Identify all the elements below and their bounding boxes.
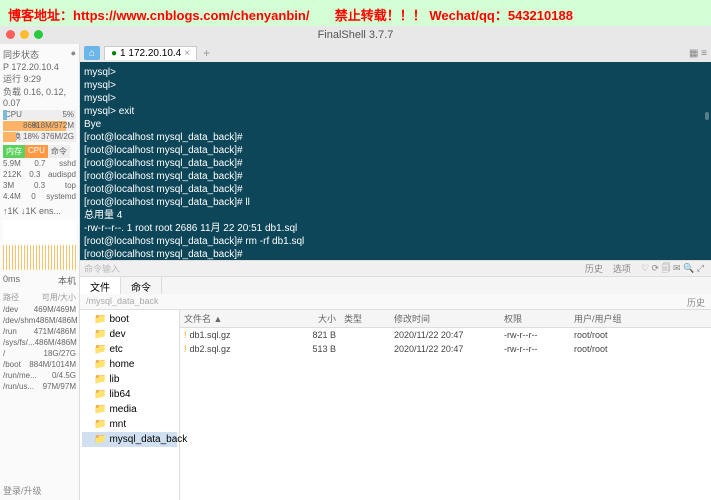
- ip-label: P 172.20.10.4: [3, 62, 76, 72]
- terminal[interactable]: mysql>mysql>mysql>mysql> exitBye[root@lo…: [80, 62, 711, 260]
- folder-icon: 📁: [94, 434, 106, 445]
- file-list: 文件名 ▲ 大小 类型 修改时间 权限 用户/用户组 !db1.sql.gz82…: [180, 310, 711, 500]
- maximize-icon[interactable]: [34, 30, 43, 39]
- connection-tab[interactable]: ● 1 172.20.10.4 ×: [104, 46, 197, 60]
- connection-tabbar: ⌂ ● 1 172.20.10.4 × + ▦ ≡: [80, 44, 711, 62]
- tab-file[interactable]: 文件: [80, 277, 121, 294]
- terminal-line: [root@localhost mysql_data_back]#: [84, 170, 707, 183]
- fs-row: /dev/shm486M/486M: [3, 315, 76, 326]
- folder-icon: 📁: [94, 359, 106, 370]
- folder-item[interactable]: 📁etc: [82, 342, 177, 357]
- folder-icon: 📁: [94, 314, 106, 325]
- terminal-line: mysql>: [84, 66, 707, 79]
- proc-row: 4.4M0systemd: [3, 191, 76, 202]
- status-dot-icon: ●: [111, 48, 117, 59]
- folder-icon: 📁: [94, 374, 106, 385]
- window-controls[interactable]: [6, 30, 43, 39]
- load-label: 负载 0.16, 0.12, 0.07: [3, 85, 76, 108]
- folder-item[interactable]: 📁lib: [82, 372, 177, 387]
- file-row[interactable]: !db1.sql.gz821 B2020/11/22 20:47-rw-r--r…: [180, 328, 711, 342]
- path-history-button[interactable]: 历史: [687, 296, 705, 307]
- terminal-line: 总用量 4: [84, 209, 707, 222]
- tab-command[interactable]: 命令: [121, 277, 162, 294]
- proc-row: 5.9M0.7sshd: [3, 158, 76, 169]
- terminal-line: [root@localhost mysql_data_back]#: [84, 144, 707, 157]
- folder-item[interactable]: 📁dev: [82, 327, 177, 342]
- folder-item[interactable]: 📁boot: [82, 312, 177, 327]
- login-upgrade[interactable]: 登录/升级: [3, 484, 42, 497]
- cpu-bar: CPU 5%: [3, 110, 76, 120]
- folder-item[interactable]: 📁media: [82, 402, 177, 417]
- mem-bar: 内存 86%818M/972M: [3, 121, 76, 131]
- fs-row: /18G/27G: [3, 348, 76, 359]
- fs-row: /run/me...0/4.5G: [3, 370, 76, 381]
- minimize-icon[interactable]: [20, 30, 29, 39]
- tab-cmd[interactable]: 命令: [48, 145, 70, 158]
- path-bar[interactable]: /mysql_data_back 历史: [80, 294, 711, 310]
- folder-icon: 📁: [94, 344, 106, 355]
- folder-item[interactable]: 📁mnt: [82, 417, 177, 432]
- close-tab-icon[interactable]: ×: [184, 48, 190, 59]
- folder-icon: 📁: [94, 419, 106, 430]
- folder-item[interactable]: 📁mysql_data_back: [82, 432, 177, 447]
- watermark-banner: 博客地址：https://www.cnblogs.com/chenyanbin/…: [0, 0, 711, 26]
- proc-row: 3M0.3top: [3, 180, 76, 191]
- swap-bar: 交换 18%376M/2G: [3, 132, 76, 142]
- file-list-header[interactable]: 文件名 ▲ 大小 类型 修改时间 权限 用户/用户组: [180, 310, 711, 328]
- titlebar: FinalShell 3.7.7: [0, 26, 711, 44]
- network-chart: [3, 220, 76, 270]
- terminal-line: [root@localhost mysql_data_back]#: [84, 248, 707, 260]
- terminal-line: Bye: [84, 118, 707, 131]
- folder-item[interactable]: 📁home: [82, 357, 177, 372]
- terminal-line: [root@localhost mysql_data_back]#: [84, 183, 707, 196]
- history-button[interactable]: 历史: [582, 262, 606, 275]
- add-tab-icon[interactable]: +: [203, 46, 210, 60]
- cmd-placeholder: 命令输入: [84, 262, 120, 275]
- folder-tree[interactable]: 📁boot📁dev📁etc📁home📁lib📁lib64📁media📁mnt📁m…: [80, 310, 180, 500]
- terminal-line: mysql>: [84, 79, 707, 92]
- toolbar-icons[interactable]: ♡ ⟳ 🗐 ✉ 🔍 ⤢: [638, 261, 707, 277]
- sidebar: 同步状态● P 172.20.10.4 运行 9:29 负载 0.16, 0.1…: [0, 44, 80, 500]
- terminal-line: mysql> exit: [84, 105, 707, 118]
- fs-row: /run/us...97M/97M: [3, 381, 76, 392]
- current-path: /mysql_data_back: [86, 296, 159, 307]
- app-title: FinalShell 3.7.7: [318, 29, 394, 41]
- tab-mem[interactable]: 内存: [3, 145, 25, 158]
- folder-icon: 📁: [94, 404, 106, 415]
- file-row[interactable]: !db2.sql.gz513 B2020/11/22 20:47-rw-r--r…: [180, 342, 711, 356]
- folder-icon: 📁: [94, 329, 106, 340]
- terminal-scrollbar[interactable]: [705, 112, 709, 120]
- fs-row: /dev469M/469M: [3, 304, 76, 315]
- file-panel-tabs: 文件 命令: [80, 276, 711, 294]
- sidebar-tabs[interactable]: 内存 CPU 命令: [3, 145, 76, 158]
- terminal-line: [root@localhost mysql_data_back]# ll: [84, 196, 707, 209]
- terminal-line: -rw-r--r--. 1 root root 2686 11月 22 20:5…: [84, 222, 707, 235]
- fs-row: /boot884M/1014M: [3, 359, 76, 370]
- folder-item[interactable]: 📁lib64: [82, 387, 177, 402]
- terminal-line: mysql>: [84, 92, 707, 105]
- options-button[interactable]: 选项: [610, 262, 634, 275]
- folder-icon: 📁: [94, 389, 106, 400]
- sync-status-label: 同步状态: [3, 48, 39, 61]
- home-icon[interactable]: ⌂: [84, 46, 100, 60]
- command-input-bar[interactable]: 命令输入 历史 选项 ♡ ⟳ 🗐 ✉ 🔍 ⤢: [80, 260, 711, 276]
- runtime-label: 运行 9:29: [3, 72, 76, 85]
- fs-row: /run471M/486M: [3, 326, 76, 337]
- fs-row: /sys/fs/...486M/486M: [3, 337, 76, 348]
- terminal-line: [root@localhost mysql_data_back]#: [84, 131, 707, 144]
- net-chart-label: ↑1K ↓1K ens...: [3, 206, 61, 216]
- tab-cpu[interactable]: CPU: [25, 145, 48, 158]
- close-icon[interactable]: [6, 30, 15, 39]
- terminal-line: [root@localhost mysql_data_back]#: [84, 157, 707, 170]
- tabbar-right-icons[interactable]: ▦ ≡: [689, 48, 707, 59]
- proc-row: 212K0.3audispd: [3, 169, 76, 180]
- terminal-line: [root@localhost mysql_data_back]# rm -rf…: [84, 235, 707, 248]
